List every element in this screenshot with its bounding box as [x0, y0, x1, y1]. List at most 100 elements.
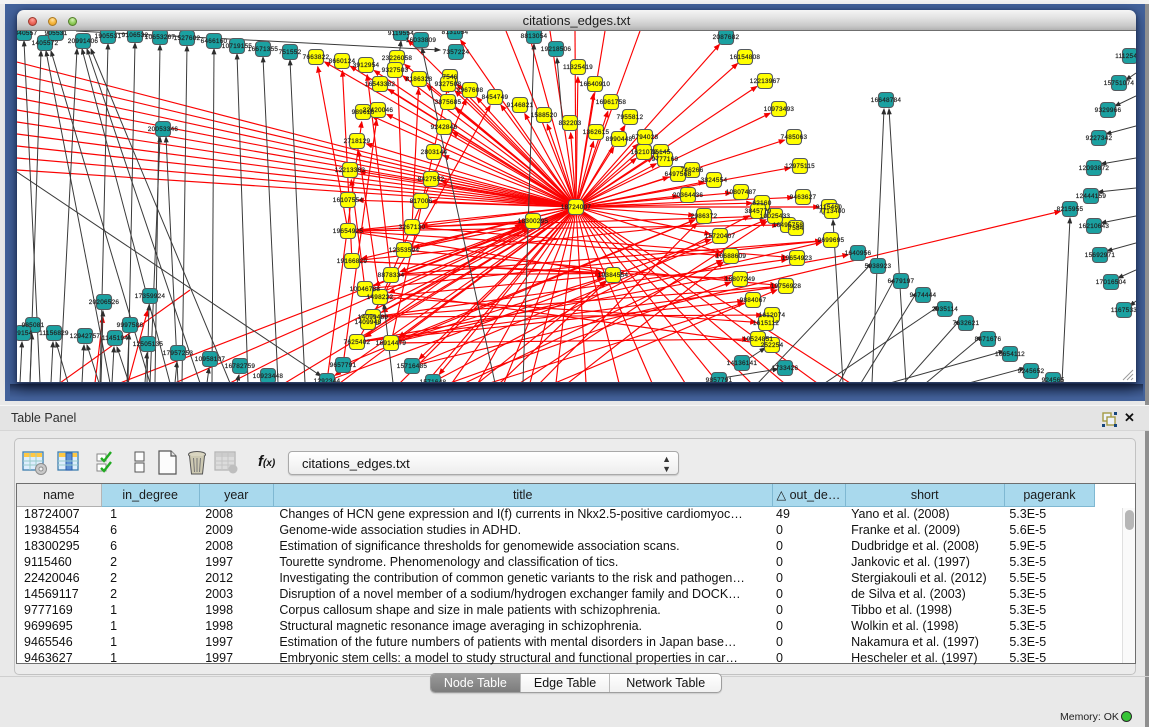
- svg-text:10688609: 10688609: [716, 253, 747, 260]
- svg-text:9699695: 9699695: [818, 237, 845, 244]
- svg-text:1588520: 1588520: [531, 112, 558, 119]
- svg-text:8471676: 8471676: [975, 336, 1002, 343]
- svg-text:16671355: 16671355: [248, 46, 279, 53]
- svg-text:62160: 62160: [752, 200, 771, 207]
- svg-text:2935114: 2935114: [932, 306, 958, 313]
- svg-text:2967608: 2967608: [457, 87, 484, 94]
- svg-text:9474444: 9474444: [910, 292, 937, 299]
- svg-text:9884067: 9884067: [740, 297, 767, 304]
- svg-text:5938923: 5938923: [865, 263, 892, 270]
- svg-text:832203: 832203: [559, 120, 582, 127]
- svg-text:1409948: 1409948: [355, 319, 382, 326]
- svg-text:1362615: 1362615: [583, 129, 610, 136]
- svg-text:6497568: 6497568: [665, 171, 692, 178]
- svg-text:8660124: 8660124: [329, 58, 356, 65]
- svg-text:1145194: 1145194: [102, 335, 128, 342]
- svg-text:2718129: 2718129: [344, 138, 371, 145]
- svg-text:20053346: 20053346: [148, 126, 179, 133]
- svg-text:9242848: 9242848: [431, 124, 458, 131]
- svg-text:817006: 817006: [410, 198, 433, 205]
- svg-text:14136141: 14136141: [727, 360, 758, 367]
- svg-text:19654923: 19654923: [782, 255, 813, 262]
- svg-text:19166829: 19166829: [337, 258, 368, 265]
- svg-text:9245652: 9245652: [1018, 368, 1045, 375]
- svg-text:7713400: 7713400: [819, 208, 846, 215]
- svg-text:3824554: 3824554: [701, 177, 728, 184]
- svg-text:18807249: 18807249: [725, 276, 756, 283]
- svg-text:15751074: 15751074: [1104, 80, 1135, 87]
- svg-text:96145: 96145: [651, 149, 670, 156]
- svg-text:23226058: 23226058: [382, 55, 413, 62]
- svg-text:924565: 924565: [1042, 377, 1065, 383]
- svg-text:9657791: 9657791: [330, 362, 357, 369]
- svg-text:39154: 39154: [17, 330, 33, 337]
- svg-text:1615112: 1615112: [753, 320, 779, 327]
- svg-text:8215955: 8215955: [1057, 206, 1084, 213]
- svg-text:17957253: 17957253: [163, 350, 194, 357]
- svg-text:8813054: 8813054: [521, 33, 548, 40]
- svg-text:11325419: 11325419: [563, 64, 593, 71]
- svg-text:16648784: 16648784: [871, 97, 902, 104]
- svg-text:9857791: 9857791: [706, 377, 733, 383]
- svg-text:16640910: 16640910: [580, 81, 611, 88]
- svg-text:1640956: 1640956: [845, 250, 872, 257]
- svg-text:7546: 7546: [442, 74, 457, 81]
- svg-text:16543382: 16543382: [365, 81, 396, 88]
- svg-text:16782759: 16782759: [225, 363, 256, 370]
- svg-text:1527602: 1527602: [174, 35, 201, 42]
- svg-text:1167533: 1167533: [1111, 307, 1136, 314]
- svg-text:18300295: 18300295: [518, 218, 549, 225]
- svg-text:3875685: 3875685: [435, 99, 462, 106]
- svg-text:8131054: 8131054: [442, 31, 469, 36]
- svg-text:9227342: 9227342: [1086, 135, 1113, 142]
- svg-text:751552: 751552: [279, 49, 302, 56]
- svg-text:15692971: 15692971: [1085, 252, 1116, 259]
- svg-text:1571648: 1571648: [420, 379, 447, 383]
- svg-text:12213383: 12213383: [335, 167, 366, 174]
- svg-text:2803144: 2803144: [421, 149, 448, 156]
- svg-text:19654925: 19654925: [333, 228, 364, 235]
- svg-text:18724007: 18724007: [561, 204, 592, 211]
- svg-text:9463627: 9463627: [790, 194, 817, 201]
- svg-text:20364436: 20364436: [673, 192, 704, 199]
- svg-text:10973493: 10973493: [764, 106, 795, 113]
- svg-text:11125419: 11125419: [1115, 53, 1136, 60]
- svg-text:17359924: 17359924: [135, 293, 166, 300]
- svg-text:12213967: 12213967: [750, 78, 781, 85]
- svg-text:7584: 7584: [788, 225, 803, 232]
- svg-text:11156829: 11156829: [39, 330, 69, 337]
- svg-text:16914479: 16914479: [376, 340, 407, 347]
- svg-text:2087682: 2087682: [713, 34, 740, 41]
- svg-text:252254: 252254: [761, 342, 784, 349]
- svg-text:16210643: 16210643: [1079, 223, 1110, 230]
- svg-text:10046788: 10046788: [350, 286, 381, 293]
- svg-text:12093872: 12093872: [1079, 165, 1110, 172]
- svg-text:16107554: 16107554: [333, 197, 364, 204]
- svg-text:20206526: 20206526: [89, 299, 120, 306]
- svg-text:9329966: 9329966: [1095, 107, 1122, 114]
- svg-text:3912954: 3912954: [353, 62, 380, 69]
- svg-text:1292344: 1292344: [314, 378, 341, 383]
- svg-text:16154808: 16154808: [730, 54, 761, 61]
- svg-text:9327503: 9327503: [382, 67, 409, 74]
- svg-text:6479197: 6479197: [888, 278, 915, 285]
- svg-text:1405572: 1405572: [32, 40, 59, 47]
- svg-text:2986372: 2986372: [691, 213, 718, 220]
- svg-text:12444159: 12444159: [1076, 193, 1107, 200]
- svg-text:7357224: 7357224: [443, 49, 470, 56]
- svg-text:985081: 985081: [22, 322, 45, 329]
- svg-text:3267130: 3267130: [399, 224, 426, 231]
- svg-text:19756928: 19756928: [771, 283, 802, 290]
- svg-text:7632621: 7632621: [953, 320, 980, 327]
- svg-text:9777169: 9777169: [652, 156, 679, 163]
- svg-text:10923448: 10923448: [253, 373, 284, 380]
- svg-text:10958107: 10958107: [195, 356, 226, 363]
- svg-text:19384554: 19384554: [598, 272, 629, 279]
- svg-text:7955812: 7955812: [617, 114, 644, 121]
- svg-text:12353594: 12353594: [389, 247, 420, 254]
- svg-text:905531: 905531: [45, 31, 68, 37]
- svg-text:9146821: 9146821: [507, 102, 534, 109]
- svg-text:3845779: 3845779: [745, 208, 772, 215]
- svg-text:989616: 989616: [352, 109, 375, 116]
- svg-text:19218506: 19218506: [541, 46, 572, 53]
